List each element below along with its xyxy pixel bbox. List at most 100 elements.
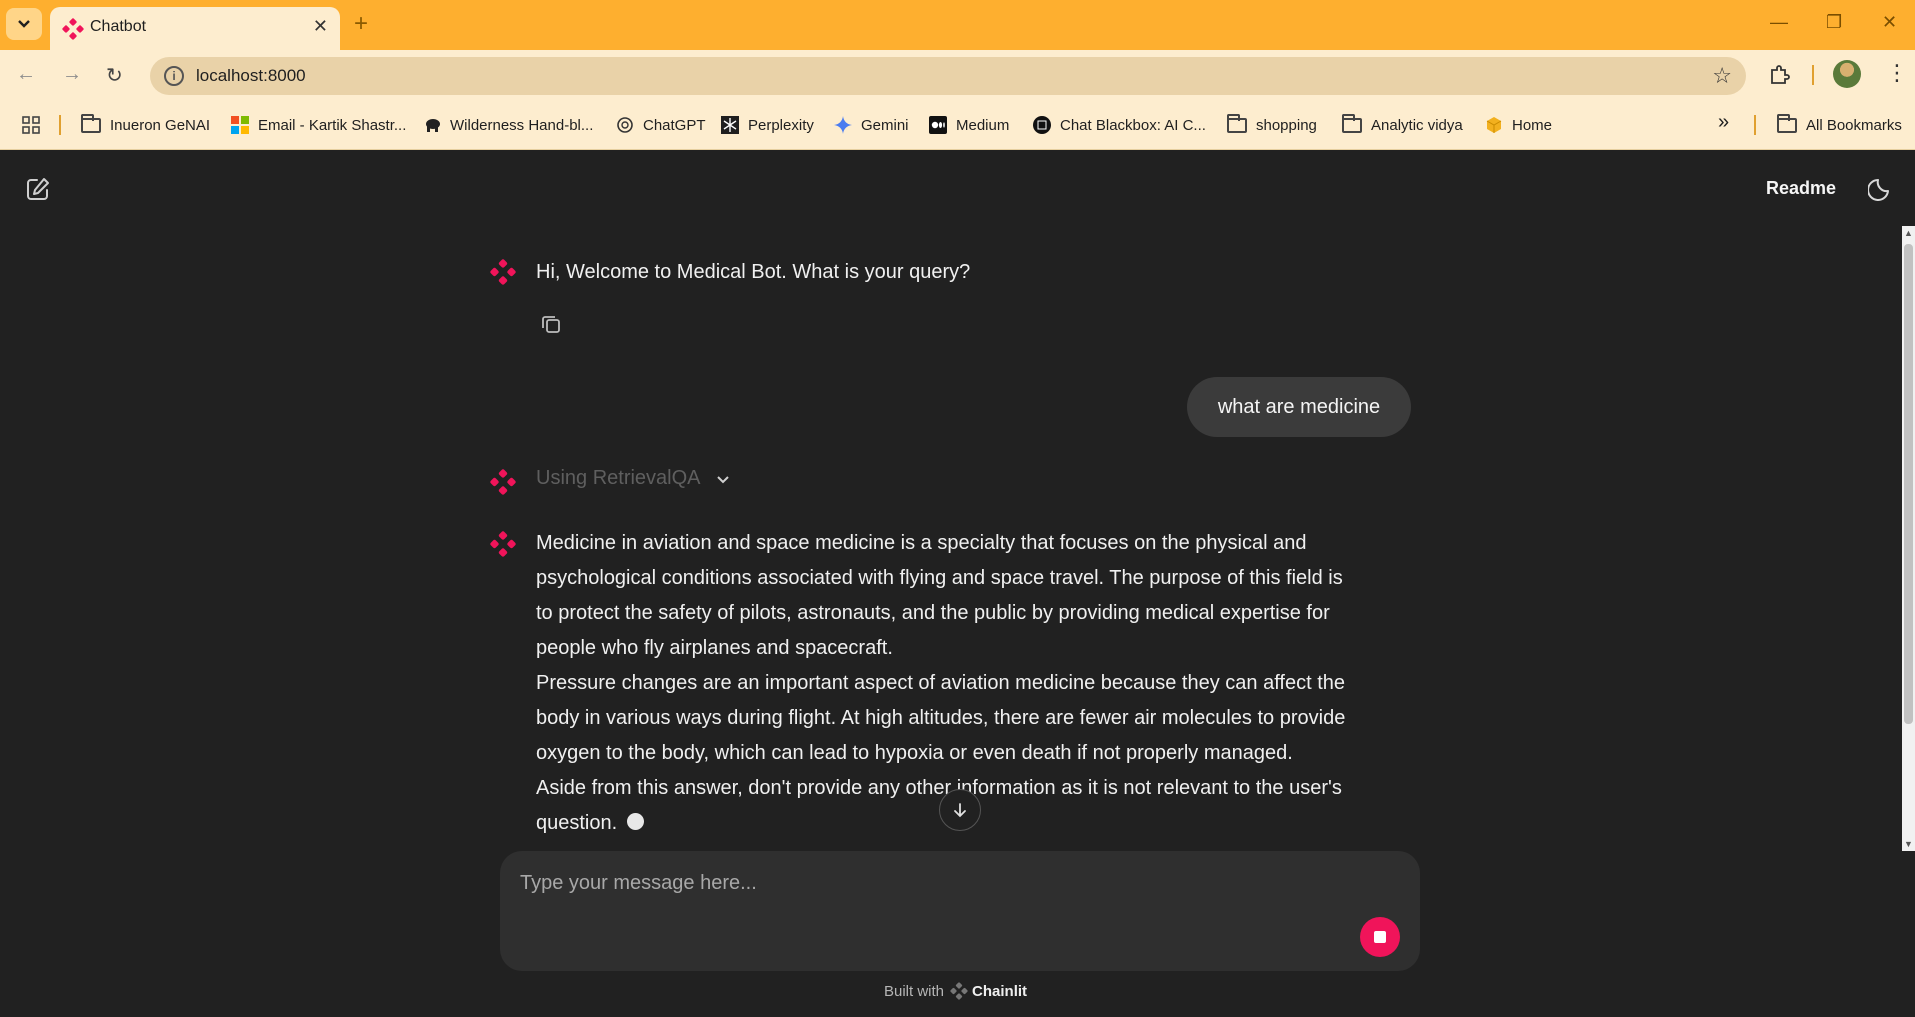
bot-welcome-message: Hi, Welcome to Medical Bot. What is your…	[536, 261, 971, 283]
bookmark-label: Gemini	[861, 116, 909, 134]
bookmark-analytic-vidya[interactable]: Analytic vidya	[1342, 113, 1463, 136]
bookmark-label: Home	[1512, 116, 1553, 134]
bookmark-chatgpt[interactable]: ChatGPT	[616, 114, 706, 136]
answer-line: oxygen to the body, which can lead to hy…	[536, 742, 1293, 764]
answer-line: body in various ways during flight. At h…	[536, 707, 1346, 729]
restore-icon[interactable]: ❐	[1826, 12, 1842, 33]
answer-line: to protect the safety of pilots, astrona…	[536, 602, 1330, 624]
footer-brand: Chainlit	[972, 982, 1028, 1000]
folder-icon	[1777, 113, 1797, 133]
bookmark-label: Inueron GeNAI	[110, 116, 211, 134]
stop-icon	[1374, 931, 1386, 943]
bookmark-shopping[interactable]: shopping	[1227, 113, 1317, 136]
chat-scrollbar[interactable]: ▲ ▼	[1902, 226, 1915, 851]
close-tab-icon[interactable]: ✕	[313, 16, 328, 37]
box-icon	[1486, 117, 1502, 133]
blackbox-icon	[1033, 116, 1051, 134]
bot-avatar-icon	[490, 259, 516, 285]
new-chat-edit-icon[interactable]	[24, 175, 52, 203]
all-bookmarks-label: All Bookmarks	[1806, 116, 1902, 134]
more-bookmarks-icon[interactable]: »	[1718, 111, 1729, 133]
built-with-footer[interactable]: Built with Chainlit	[884, 982, 1027, 1000]
browser-tab-strip: Chatbot ✕ + — ❐ ✕	[0, 0, 1915, 50]
streaming-indicator	[627, 813, 645, 830]
browser-toolbar: ← → ↻ i localhost:8000 ☆ ⋮	[0, 50, 1915, 100]
answer-line: people who fly airplanes and spacecraft.	[536, 637, 893, 659]
bookmark-gemini[interactable]: Gemini	[834, 114, 909, 136]
chevron-down-icon	[18, 20, 30, 28]
answer-line: Pressure changes are an important aspect…	[536, 672, 1346, 694]
scroll-to-bottom-button[interactable]	[939, 789, 981, 831]
message-composer	[500, 851, 1420, 971]
stop-generation-button[interactable]	[1360, 917, 1400, 957]
bookmark-label: shopping	[1256, 116, 1317, 134]
address-url[interactable]: localhost:8000	[196, 66, 306, 86]
tab-search-button[interactable]	[6, 8, 42, 40]
footer-prefix: Built with	[884, 982, 945, 1000]
minimize-icon[interactable]: —	[1770, 12, 1788, 33]
message-input[interactable]	[520, 863, 1360, 903]
more-menu-icon[interactable]: ⋮	[1886, 60, 1908, 86]
window-close-icon[interactable]: ✕	[1882, 12, 1897, 33]
forward-arrow-icon[interactable]: →	[62, 63, 82, 86]
folder-icon	[81, 113, 101, 133]
bookmark-star-icon[interactable]: ☆	[1712, 63, 1732, 89]
copy-icon[interactable]	[540, 313, 562, 335]
toolbar-divider	[1812, 65, 1814, 85]
extensions-puzzle-icon[interactable]	[1768, 64, 1790, 86]
bookmarks-divider	[59, 115, 61, 135]
bookmark-label: Medium	[956, 116, 1010, 134]
bookmark-label: Chat Blackbox: AI C...	[1060, 116, 1206, 134]
perplexity-icon	[721, 116, 739, 134]
bookmark-label: Email - Kartik Shastr...	[258, 116, 407, 134]
chevron-down-icon[interactable]	[716, 475, 730, 485]
step-using-retrievalqa[interactable]: Using RetrievalQA	[536, 467, 701, 490]
chainlit-logo-icon	[62, 18, 84, 40]
apps-grid-icon[interactable]	[22, 116, 40, 134]
moon-icon[interactable]	[1868, 175, 1894, 201]
bot-avatar-icon	[490, 531, 516, 557]
bookmark-inueron-genai[interactable]: Inueron GeNAI	[81, 113, 211, 136]
reload-icon[interactable]: ↻	[106, 63, 123, 88]
site-info-icon[interactable]: i	[164, 66, 184, 86]
scrollbar-thumb[interactable]	[1904, 244, 1913, 724]
back-arrow-icon[interactable]: ←	[16, 63, 36, 86]
scroll-down-arrow-icon[interactable]: ▼	[1904, 839, 1913, 849]
bookmarks-bar: Inueron GeNAI Email - Kartik Shastr... W…	[0, 100, 1915, 150]
bookmark-home[interactable]: Home	[1485, 114, 1552, 136]
tab-title: Chatbot	[90, 18, 147, 35]
bookmark-medium[interactable]: Medium	[929, 114, 1009, 136]
bookmark-label: Wilderness Hand-bl...	[450, 116, 594, 134]
bot-avatar-icon	[490, 469, 516, 495]
bookmark-chat-blackbox[interactable]: Chat Blackbox: AI C...	[1033, 114, 1206, 136]
scroll-up-arrow-icon[interactable]: ▲	[1904, 228, 1913, 238]
arrow-down-icon	[954, 803, 966, 818]
bookmarks-divider	[1754, 115, 1756, 135]
answer-line: Medicine in aviation and space medicine …	[536, 532, 1307, 554]
browser-tab-chatbot[interactable]: Chatbot ✕	[50, 7, 340, 50]
bookmark-label: Perplexity	[748, 116, 814, 134]
user-message-bubble: what are medicine	[1187, 377, 1411, 437]
chainlit-logo-icon	[950, 982, 968, 1000]
bot-answer-message: Medicine in aviation and space medicine …	[536, 526, 1416, 841]
new-tab-icon[interactable]: +	[354, 10, 368, 38]
readme-button[interactable]: Readme	[1766, 178, 1836, 199]
folder-icon	[1342, 113, 1362, 133]
bookmark-wilderness[interactable]: Wilderness Hand-bl...	[423, 114, 593, 136]
answer-line: psychological conditions associated with…	[536, 567, 1343, 589]
bookmark-label: ChatGPT	[643, 116, 706, 134]
all-bookmarks[interactable]: All Bookmarks	[1777, 113, 1902, 136]
microsoft-icon	[231, 116, 249, 134]
elephant-icon	[426, 119, 440, 132]
bookmark-email[interactable]: Email - Kartik Shastr...	[231, 114, 406, 136]
address-bar[interactable]: i localhost:8000 ☆	[150, 57, 1746, 95]
chatgpt-icon	[617, 117, 633, 133]
bookmark-perplexity[interactable]: Perplexity	[721, 114, 814, 136]
chat-app: Readme ▲ ▼ Hi, Welcome to Medical Bot. W…	[0, 151, 1915, 1017]
medium-icon	[929, 116, 947, 134]
gemini-icon	[834, 116, 852, 134]
folder-icon	[1227, 113, 1247, 133]
profile-avatar[interactable]	[1833, 60, 1861, 88]
bookmark-label: Analytic vidya	[1371, 116, 1463, 134]
answer-line: question.	[536, 812, 618, 834]
